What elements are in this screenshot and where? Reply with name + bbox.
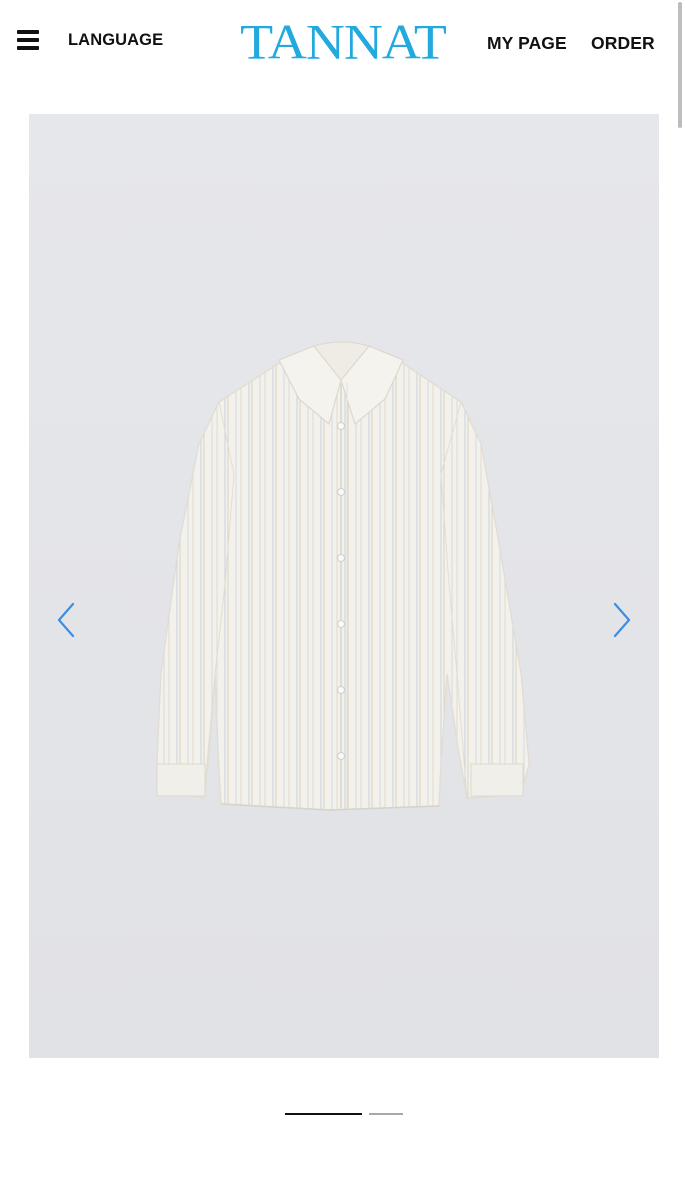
carousel-indicators: [285, 1113, 405, 1117]
product-image: [29, 114, 659, 1058]
order-link[interactable]: ORDER: [591, 33, 655, 54]
brand-logo[interactable]: TANNAT: [228, 16, 458, 68]
carousel-indicator-1[interactable]: [285, 1113, 362, 1115]
product-image-carousel[interactable]: [29, 114, 659, 1058]
hamburger-menu-icon[interactable]: [17, 30, 39, 50]
chevron-left-icon[interactable]: [53, 600, 81, 640]
chevron-right-icon[interactable]: [607, 600, 635, 640]
site-header: LANGUAGE TANNAT MY PAGE ORDER: [0, 0, 685, 84]
page-scrollbar[interactable]: [678, 2, 682, 128]
carousel-indicator-2[interactable]: [369, 1113, 403, 1115]
my-page-link[interactable]: MY PAGE: [487, 33, 567, 54]
language-link[interactable]: LANGUAGE: [68, 31, 163, 50]
